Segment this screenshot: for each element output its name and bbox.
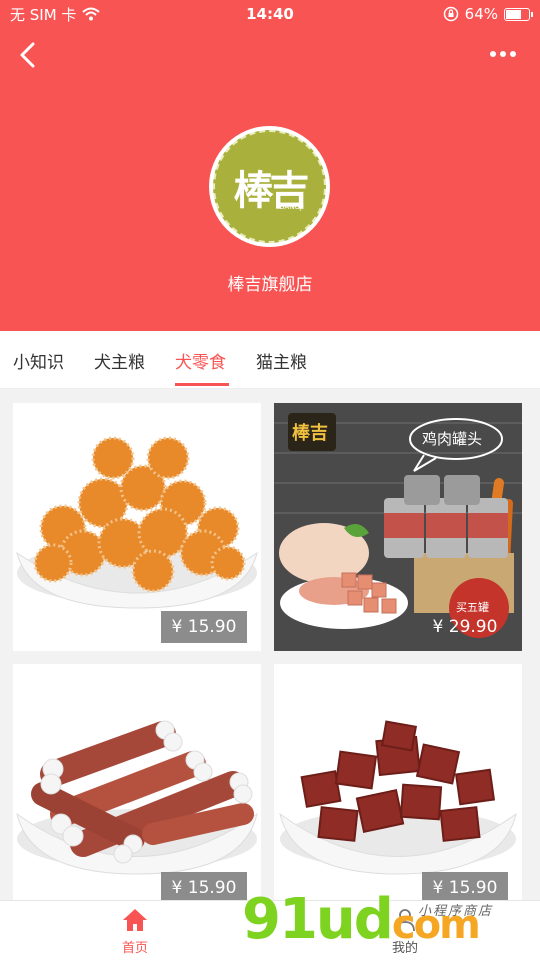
watermark: 91udcom 小程序商店 (242, 888, 532, 960)
tab-dog-snacks[interactable]: 犬零食 (175, 348, 226, 373)
nav-home-label: 首页 (121, 941, 148, 956)
back-button[interactable] (14, 40, 44, 70)
rotation-lock-icon (443, 6, 458, 22)
more-dot-icon (490, 51, 496, 57)
product-price: ¥ 29.90 (432, 617, 498, 637)
wifi-icon (82, 7, 101, 21)
product-grid: ¥ 15.90 棒吉 鸡肉罐头 买五罐 ¥ 29.90 ¥ 15.90 ¥ 15… (0, 389, 540, 900)
battery-percent: 64% (464, 5, 498, 23)
product-image-bubble: 鸡肉罐头 (422, 430, 483, 448)
status-bar: 无 SIM 卡 14:40 64% (0, 0, 540, 28)
nav-home[interactable]: 首页 (100, 907, 170, 956)
tab-knowledge[interactable]: 小知识 (13, 348, 64, 373)
chevron-left-icon (20, 42, 35, 68)
product-image (274, 664, 522, 900)
more-dot-icon (500, 51, 506, 57)
store-name: 棒吉旗舰店 (227, 275, 313, 295)
category-tabs: 小知识 犬主粮 犬零食 猫主粮 (0, 331, 540, 389)
watermark-main: 91ud (242, 887, 394, 952)
more-button[interactable] (486, 44, 520, 64)
product-card[interactable]: ¥ 15.90 (274, 664, 522, 900)
home-icon (123, 909, 147, 931)
watermark-tagline: 小程序商店 (418, 904, 494, 919)
carrier-label: 无 SIM 卡 (10, 5, 77, 24)
product-price: ¥ 15.90 (161, 611, 247, 643)
product-image (13, 664, 261, 900)
tab-dog-food[interactable]: 犬主粮 (94, 348, 145, 373)
tab-cat-food[interactable]: 猫主粮 (256, 348, 307, 373)
product-price: ¥ 15.90 (161, 872, 247, 900)
battery-icon (504, 7, 533, 21)
store-header: 无 SIM 卡 14:40 64% 棒吉 BANGJI 棒吉旗舰店 (0, 0, 540, 331)
more-dot-icon (510, 51, 516, 57)
product-card[interactable]: 棒吉 鸡肉罐头 买五罐 ¥ 29.90 (274, 403, 522, 651)
tab-active-indicator (175, 383, 229, 386)
logo-subtext: BANGJI (279, 203, 304, 211)
product-image-logo: 棒吉 (292, 423, 328, 444)
product-card[interactable]: ¥ 15.90 (13, 664, 261, 900)
product-card[interactable]: ¥ 15.90 (13, 403, 261, 651)
store-logo: 棒吉 BANGJI (209, 126, 330, 247)
